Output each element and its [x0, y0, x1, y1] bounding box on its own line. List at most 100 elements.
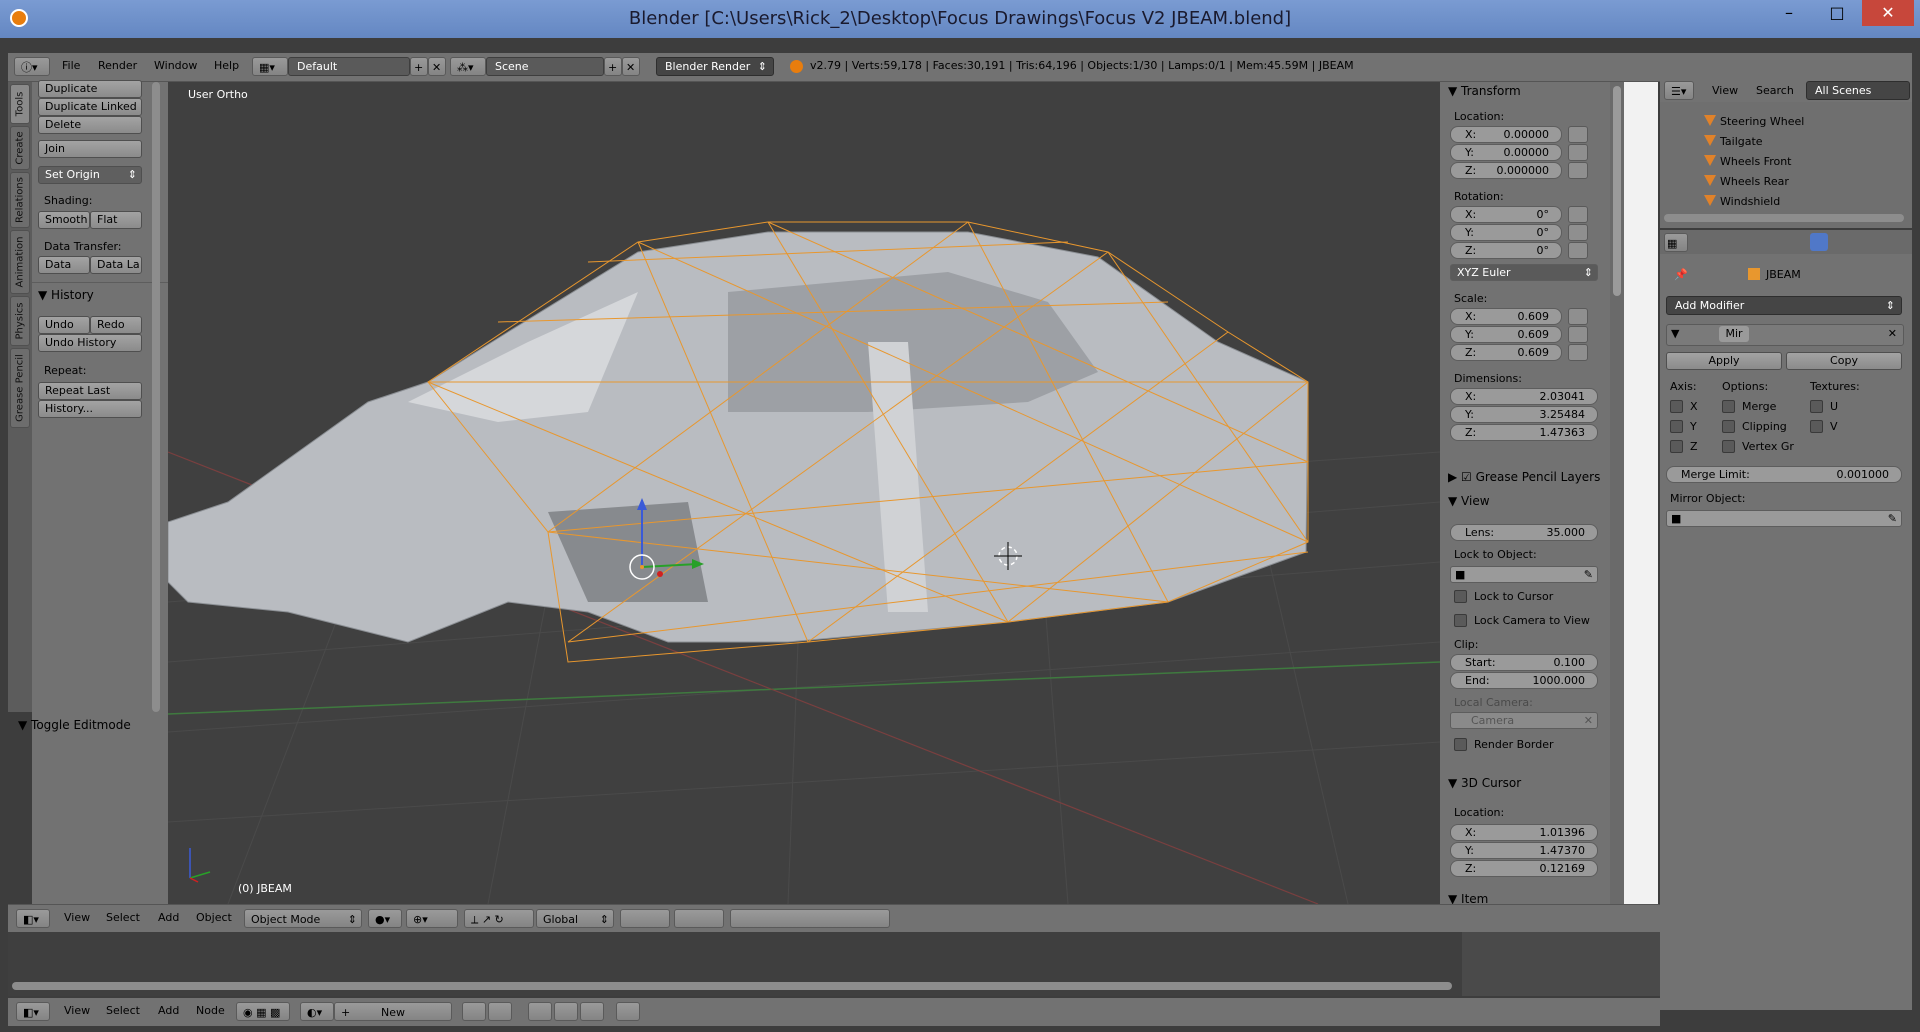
- axis-y-checkbox[interactable]: [1670, 420, 1683, 433]
- pin-icon[interactable]: 📌: [1674, 268, 1688, 281]
- vertex-gr-checkbox[interactable]: [1722, 440, 1735, 453]
- repeat-last-button[interactable]: Repeat Last: [38, 382, 142, 400]
- join-button[interactable]: Join: [38, 140, 142, 158]
- sidebar-scrollbar[interactable]: [1610, 82, 1624, 904]
- material-browse-icon[interactable]: ◐▾: [300, 1002, 334, 1021]
- add-layout-icon[interactable]: +: [410, 57, 428, 76]
- timeline-scrollbar[interactable]: [12, 982, 1452, 990]
- node-tool-icon[interactable]: [462, 1002, 486, 1021]
- outliner-item[interactable]: Wheels Rear: [1660, 172, 1912, 192]
- node-tool-icon[interactable]: [554, 1002, 578, 1021]
- node-editor-type-icon[interactable]: ◧▾: [16, 1002, 50, 1021]
- location-x-field[interactable]: X: 0.00000: [1450, 126, 1562, 143]
- add-scene-icon[interactable]: +: [604, 57, 622, 76]
- merge-checkbox[interactable]: [1722, 400, 1735, 413]
- scale-y-field[interactable]: Y: 0.609: [1450, 326, 1562, 343]
- lock-icon[interactable]: [1568, 224, 1588, 241]
- tab-animation[interactable]: Animation: [10, 230, 30, 294]
- merge-limit-field[interactable]: Merge Limit: 0.001000: [1666, 466, 1902, 483]
- clip-start-field[interactable]: Start: 0.100: [1450, 654, 1598, 671]
- scene-icon[interactable]: ⁂▾: [450, 57, 486, 76]
- data-la-button[interactable]: Data La: [90, 256, 142, 274]
- remove-layout-icon[interactable]: ✕: [428, 57, 446, 76]
- viewport-select-menu[interactable]: Select: [106, 911, 140, 924]
- 3d-viewport[interactable]: User Ortho (0) JBEAM: [168, 82, 1440, 904]
- smooth-button[interactable]: Smooth: [38, 211, 90, 229]
- minimize-button[interactable]: –: [1766, 0, 1812, 26]
- clipping-checkbox[interactable]: [1722, 420, 1735, 433]
- history-header[interactable]: ▼ History: [38, 288, 94, 302]
- outliner-item[interactable]: Wheels Front: [1660, 152, 1912, 172]
- properties-type-icon[interactable]: ▦: [1664, 233, 1688, 252]
- location-y-field[interactable]: Y: 0.00000: [1450, 144, 1562, 161]
- lock-icon[interactable]: [1568, 206, 1588, 223]
- rotation-mode-select[interactable]: XYZ Euler ⇕: [1450, 264, 1598, 281]
- outliner-type-icon[interactable]: ☰▾: [1664, 81, 1694, 100]
- clip-end-field[interactable]: End: 1000.000: [1450, 672, 1598, 689]
- lens-field[interactable]: Lens: 35.000: [1450, 524, 1598, 541]
- rotation-z-field[interactable]: Z: 0°: [1450, 242, 1562, 259]
- lock-icon[interactable]: [1568, 242, 1588, 259]
- eyedropper-icon[interactable]: ✎: [1888, 511, 1897, 526]
- maximize-button[interactable]: □: [1814, 0, 1860, 26]
- lock-to-object-field[interactable]: ■ ✎: [1450, 566, 1598, 583]
- lock-icon[interactable]: [1568, 162, 1588, 179]
- location-z-field[interactable]: Z: 0.000000: [1450, 162, 1562, 179]
- manipulator-icons[interactable]: ⟂ ↗ ↻: [464, 909, 534, 928]
- outliner-scrollbar[interactable]: [1664, 214, 1904, 222]
- scale-z-field[interactable]: Z: 0.609: [1450, 344, 1562, 361]
- mirror-modifier-header[interactable]: ▼ Mir ✕: [1666, 324, 1904, 346]
- close-button[interactable]: ✕: [1862, 0, 1914, 26]
- tab-grease-pencil[interactable]: Grease Pencil: [10, 348, 30, 428]
- clear-icon[interactable]: ✕: [1584, 713, 1593, 728]
- viewport-view-menu[interactable]: View: [64, 911, 90, 924]
- lock-icon[interactable]: [1568, 344, 1588, 361]
- snap-tools-icons[interactable]: [730, 909, 890, 928]
- lock-icon[interactable]: [1568, 308, 1588, 325]
- lock-camera-to-view-checkbox[interactable]: [1454, 614, 1467, 627]
- outliner-scenes-select[interactable]: All Scenes: [1806, 81, 1910, 100]
- rotation-x-field[interactable]: X: 0°: [1450, 206, 1562, 223]
- node-tool-icon[interactable]: [616, 1002, 640, 1021]
- viewport-add-menu[interactable]: Add: [158, 911, 179, 924]
- outliner-view-menu[interactable]: View: [1712, 84, 1738, 97]
- redo-button[interactable]: Redo: [90, 316, 142, 334]
- duplicate-button[interactable]: Duplicate: [38, 80, 142, 98]
- local-camera-field[interactable]: Camera ✕: [1450, 712, 1598, 729]
- menu-window[interactable]: Window: [154, 59, 197, 72]
- dimensions-x-field[interactable]: X: 2.03041: [1450, 388, 1598, 405]
- node-node-menu[interactable]: Node: [196, 1004, 225, 1017]
- viewport-scene[interactable]: [168, 82, 1440, 904]
- add-modifier-select[interactable]: Add Modifier ⇕: [1666, 296, 1902, 315]
- undo-history-button[interactable]: Undo History: [38, 334, 142, 352]
- node-tool-icon[interactable]: [580, 1002, 604, 1021]
- apply-button[interactable]: Apply: [1666, 352, 1782, 370]
- tab-tools[interactable]: Tools: [10, 84, 30, 124]
- tab-physics[interactable]: Physics: [10, 296, 30, 346]
- menu-file[interactable]: File: [62, 59, 80, 72]
- node-tool-icon[interactable]: [488, 1002, 512, 1021]
- eyedropper-icon[interactable]: ✎: [1584, 567, 1593, 582]
- mirror-object-field[interactable]: ■ ✎: [1666, 510, 1902, 527]
- menu-help[interactable]: Help: [214, 59, 239, 72]
- layout-field[interactable]: Default: [288, 57, 410, 76]
- dimensions-z-field[interactable]: Z: 1.47363: [1450, 424, 1598, 441]
- rotation-y-field[interactable]: Y: 0°: [1450, 224, 1562, 241]
- scrollbar-thumb[interactable]: [1613, 86, 1621, 296]
- toggle-editmode-header[interactable]: ▼ Toggle Editmode: [18, 718, 131, 732]
- transform-orientation-select[interactable]: Global ⇕: [536, 909, 614, 928]
- lock-icon[interactable]: [1568, 326, 1588, 343]
- transform-header[interactable]: ▼ Transform: [1448, 84, 1521, 98]
- delete-button[interactable]: Delete: [38, 116, 142, 134]
- timeline-area[interactable]: [8, 932, 1660, 996]
- axis-x-checkbox[interactable]: [1670, 400, 1683, 413]
- outliner-item[interactable]: Steering Wheel: [1660, 112, 1912, 132]
- render-engine-select[interactable]: Blender Render ⇕: [656, 57, 774, 76]
- grease-pencil-layers-header[interactable]: ▶ ☑ Grease Pencil Layers: [1448, 470, 1600, 484]
- tex-u-checkbox[interactable]: [1810, 400, 1823, 413]
- remove-modifier-icon[interactable]: ✕: [1888, 327, 1897, 340]
- shading-mode-icon[interactable]: ●▾: [368, 909, 402, 928]
- axis-z-checkbox[interactable]: [1670, 440, 1683, 453]
- flat-button[interactable]: Flat: [90, 211, 142, 229]
- render-border-checkbox[interactable]: [1454, 738, 1467, 751]
